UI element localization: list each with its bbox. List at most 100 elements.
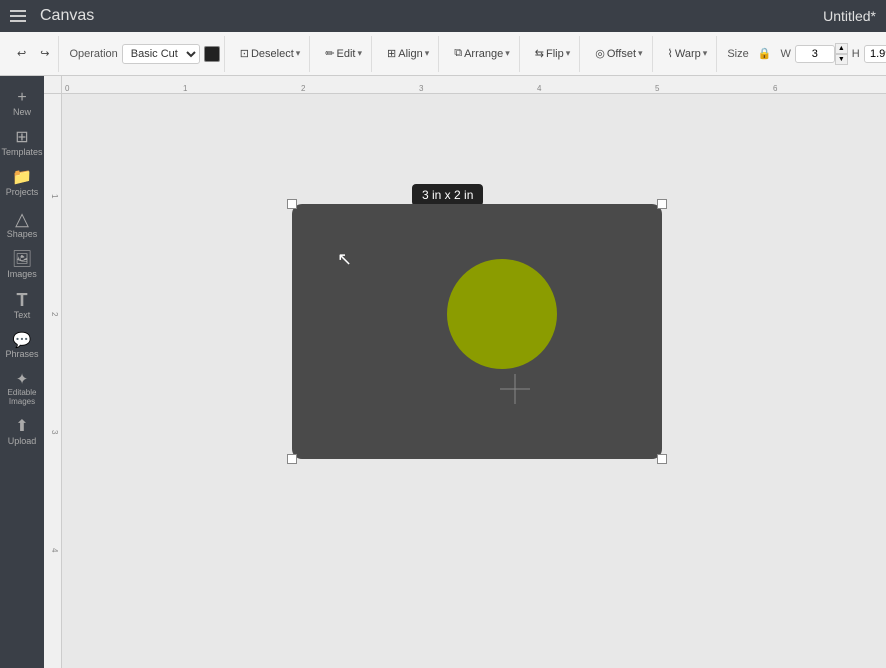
sidebar-item-upload[interactable]: ⬆ Upload — [2, 413, 42, 451]
ruler-h-tick-0: 0 — [64, 84, 69, 93]
doc-title: Untitled* — [823, 8, 876, 24]
align-button[interactable]: ⊞ Align ▾ — [382, 44, 434, 63]
flip-button[interactable]: ⇆ Flip ▾ — [530, 44, 575, 63]
sidebar-item-phrases[interactable]: 💬 Phrases — [2, 327, 42, 364]
edit-icon: ✏ — [325, 47, 334, 60]
text-icon: T — [17, 291, 28, 309]
phrases-icon: 💬 — [13, 333, 32, 348]
sidebar-item-projects-label: Projects — [6, 188, 39, 198]
deselect-group: ⊡ Deselect ▾ — [231, 36, 311, 72]
ruler-h-tick-3: 3 — [418, 84, 423, 93]
offset-group: ◎ Offset ▾ — [586, 36, 652, 72]
size-h-input-group: ▲ ▼ — [864, 43, 886, 65]
handle-top-left[interactable] — [287, 199, 297, 209]
horizontal-ruler: 0 1 2 3 4 5 6 — [62, 76, 886, 94]
arrange-chevron: ▾ — [505, 48, 510, 59]
warp-group: ⌇ Warp ▾ — [659, 36, 718, 72]
handle-top-right[interactable] — [657, 199, 667, 209]
upload-icon: ⬆ — [15, 419, 28, 435]
ruler-v-tick-2: 2 — [50, 312, 59, 316]
sidebar-item-shapes-label: Shapes — [7, 230, 38, 240]
flip-chevron: ▾ — [566, 48, 571, 59]
main-area: + New ⊞ Templates 📁 Projects △ Shapes 🖼 … — [0, 76, 886, 668]
handle-bottom-right[interactable] — [657, 454, 667, 464]
arrange-group: ⧉ Arrange ▾ — [445, 36, 520, 72]
offset-button[interactable]: ◎ Offset ▾ — [590, 44, 647, 63]
redo-button[interactable]: ↪ — [35, 44, 54, 63]
arrange-icon: ⧉ — [454, 47, 462, 60]
align-chevron: ▾ — [425, 48, 430, 59]
vertical-ruler: 1 2 3 4 — [44, 94, 62, 668]
undo-redo-group: ↩ ↪ — [8, 36, 59, 72]
size-w-input[interactable] — [795, 45, 835, 63]
dimension-tooltip: 3 in x 2 in — [412, 184, 483, 206]
app-title: Canvas — [40, 7, 94, 25]
deselect-button[interactable]: ⊡ Deselect ▾ — [235, 44, 306, 63]
operation-group: Operation Basic Cut — [65, 36, 224, 72]
size-label: Size — [727, 48, 748, 60]
sidebar-item-editable-images-label: Editable Images — [6, 389, 38, 407]
sidebar-item-templates[interactable]: ⊞ Templates — [2, 124, 42, 162]
sidebar-item-editable-images[interactable]: ✦ Editable Images — [2, 366, 42, 411]
arrange-button[interactable]: ⧉ Arrange ▾ — [449, 44, 515, 63]
design-canvas[interactable] — [292, 204, 662, 459]
operation-label: Operation — [69, 48, 117, 60]
size-h-label: H — [852, 48, 860, 60]
hamburger-menu-icon[interactable] — [10, 6, 30, 26]
crosshair — [500, 374, 530, 404]
deselect-icon: ⊡ — [240, 47, 249, 60]
lock-icon[interactable]: 🔒 — [753, 44, 777, 63]
warp-chevron: ▾ — [703, 48, 708, 59]
size-group: Size 🔒 W ▲ ▼ H ▲ ▼ — [723, 36, 886, 72]
edit-group: ✏ Edit ▾ — [316, 36, 372, 72]
align-icon: ⊞ — [387, 47, 396, 60]
offset-chevron: ▾ — [638, 48, 643, 59]
circle-element[interactable] — [447, 259, 557, 369]
sidebar-item-projects[interactable]: 📁 Projects — [2, 164, 42, 202]
new-icon: + — [17, 90, 26, 106]
editable-images-icon: ✦ — [16, 372, 29, 387]
ruler-h-tick-2: 2 — [300, 84, 305, 93]
edit-chevron: ▾ — [357, 48, 362, 59]
sidebar-item-new-label: New — [13, 108, 31, 118]
offset-icon: ◎ — [595, 47, 605, 60]
ruler-v-tick-4: 4 — [50, 548, 59, 552]
operation-select[interactable]: Basic Cut — [122, 44, 200, 64]
warp-button[interactable]: ⌇ Warp ▾ — [663, 44, 713, 63]
ruler-v-tick-1: 1 — [50, 194, 59, 198]
warp-icon: ⌇ — [668, 47, 673, 60]
sidebar-item-new[interactable]: + New — [2, 84, 42, 122]
shapes-icon: △ — [15, 210, 29, 228]
size-w-input-group: ▲ ▼ — [795, 43, 848, 65]
sidebar-item-images[interactable]: 🖼 Images — [2, 246, 42, 284]
handle-bottom-left[interactable] — [287, 454, 297, 464]
sidebar-item-phrases-label: Phrases — [5, 350, 38, 360]
size-w-spinners: ▲ ▼ — [835, 43, 848, 65]
flip-group: ⇆ Flip ▾ — [526, 36, 580, 72]
canvas-content[interactable]: 3 in x 2 in ↖ — [62, 94, 886, 668]
align-group: ⊞ Align ▾ — [378, 36, 439, 72]
ruler-corner — [44, 76, 62, 94]
size-w-label: W — [780, 48, 790, 60]
ruler-h-tick-5: 5 — [654, 84, 659, 93]
sidebar-item-shapes[interactable]: △ Shapes — [2, 204, 42, 244]
images-icon: 🖼 — [12, 252, 32, 268]
sidebar-item-templates-label: Templates — [1, 148, 42, 158]
undo-button[interactable]: ↩ — [12, 44, 31, 63]
ruler-h-tick-6: 6 — [772, 84, 777, 93]
canvas-wrapper[interactable]: 0 1 2 3 4 5 6 1 2 3 4 3 in x 2 in — [44, 76, 886, 668]
size-w-up[interactable]: ▲ — [835, 43, 848, 54]
projects-icon: 📁 — [12, 170, 32, 186]
crosshair-vertical — [515, 374, 516, 404]
sidebar: + New ⊞ Templates 📁 Projects △ Shapes 🖼 … — [0, 76, 44, 668]
edit-button[interactable]: ✏ Edit ▾ — [320, 44, 367, 63]
ruler-h-tick-4: 4 — [536, 84, 541, 93]
color-swatch[interactable] — [204, 46, 220, 62]
flip-icon: ⇆ — [535, 47, 544, 60]
sidebar-item-text[interactable]: T Text — [2, 285, 42, 325]
sidebar-item-images-label: Images — [7, 270, 37, 280]
sidebar-item-text-label: Text — [14, 311, 31, 321]
ruler-v-tick-3: 3 — [50, 430, 59, 434]
size-h-input[interactable] — [864, 45, 886, 63]
size-w-down[interactable]: ▼ — [835, 54, 848, 65]
